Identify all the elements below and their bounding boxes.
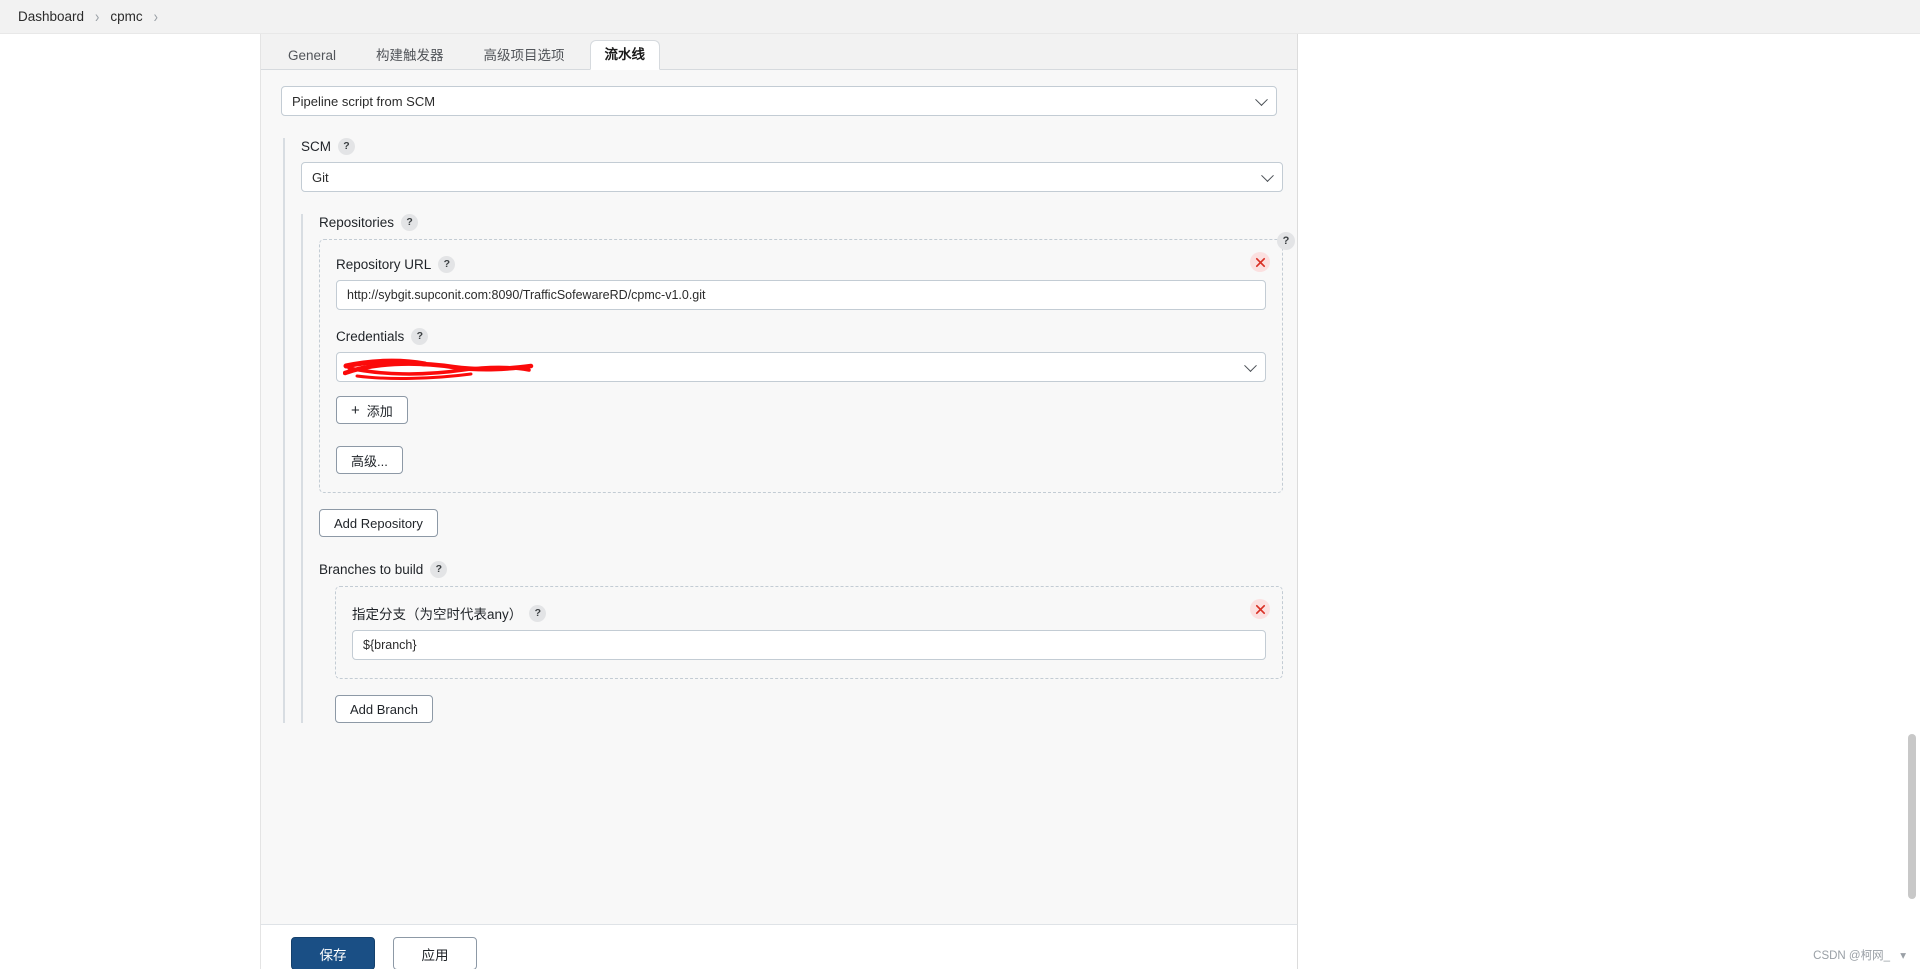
credentials-select[interactable]	[336, 352, 1266, 382]
watermark: CSDN @柯网_ ▾	[1813, 947, 1906, 963]
credentials-label: Credentials	[336, 329, 405, 344]
pipeline-definition-select[interactable]: Pipeline script from SCM	[281, 86, 1277, 116]
add-branch-button[interactable]: Add Branch	[335, 695, 433, 723]
help-icon-credentials[interactable]: ?	[411, 328, 429, 345]
watermark-text: CSDN @柯网_	[1813, 950, 1891, 962]
redaction-overlay	[343, 358, 534, 380]
help-icon-branch-specifier[interactable]: ?	[529, 604, 547, 622]
add-credentials-button[interactable]: + 添加	[336, 396, 408, 424]
branch-specifier-label: 指定分支（为空时代表any）	[352, 607, 523, 622]
branch-block: 指定分支（为空时代表any） ?	[335, 586, 1283, 679]
help-icon-repository-url[interactable]: ?	[438, 256, 456, 273]
repository-url-label: Repository URL	[336, 257, 432, 272]
tab-pipeline[interactable]: 流水线	[589, 39, 661, 70]
config-body: Pipeline script from SCM SCM ? Git Repos…	[261, 70, 1297, 924]
branches-label: Branches to build	[319, 562, 424, 577]
branch-specifier-input[interactable]	[352, 630, 1266, 660]
delete-repository-button[interactable]	[1250, 252, 1270, 272]
pipeline-definition-value: Pipeline script from SCM	[292, 93, 436, 109]
repository-advanced-button[interactable]: 高级...	[336, 446, 403, 474]
config-tab-bar: General 构建触发器 高级项目选项 流水线	[261, 34, 1297, 70]
help-icon-scm-side[interactable]: ?	[1277, 232, 1295, 250]
scm-label-row: SCM ?	[301, 138, 1283, 155]
scrollbar-thumb[interactable]	[1908, 734, 1916, 899]
caret-down-icon: ▾	[1900, 950, 1906, 962]
breadcrumb-item-dashboard[interactable]: Dashboard	[18, 9, 84, 24]
breadcrumb-item-cpmc[interactable]: cpmc	[110, 9, 142, 24]
breadcrumb-separator-icon-2: ›	[153, 7, 158, 26]
tab-build-triggers[interactable]: 构建触发器	[361, 41, 459, 71]
apply-button[interactable]: 应用	[393, 937, 477, 969]
scm-label: SCM	[301, 139, 331, 154]
branch-specifier-label-row: 指定分支（为空时代表any） ?	[352, 603, 1266, 623]
page-scrollbar[interactable]	[1907, 34, 1918, 969]
scm-select[interactable]: Git	[301, 162, 1283, 192]
breadcrumb-separator-icon: ›	[95, 7, 100, 26]
breadcrumb: Dashboard › cpmc ›	[0, 0, 1920, 34]
repository-advanced-label: 高级...	[351, 453, 388, 469]
credentials-label-row: Credentials ?	[336, 328, 1266, 345]
help-icon-scm[interactable]: ?	[338, 138, 355, 155]
repository-url-label-row: Repository URL ?	[336, 256, 1266, 273]
branches-label-row: Branches to build ?	[319, 561, 1283, 578]
repositories-label-row: Repositories ?	[319, 214, 1283, 231]
help-icon-repositories[interactable]: ?	[401, 214, 419, 231]
scm-select-value: Git	[312, 169, 329, 185]
add-branch-label: Add Branch	[350, 701, 418, 717]
add-repository-button[interactable]: Add Repository	[319, 509, 438, 537]
save-button[interactable]: 保存	[291, 937, 375, 969]
tab-general[interactable]: General	[273, 41, 351, 71]
delete-branch-button[interactable]	[1250, 599, 1270, 619]
add-repository-label: Add Repository	[334, 515, 423, 531]
close-icon	[1255, 257, 1265, 267]
page-canvas: General 构建触发器 高级项目选项 流水线 Pipeline script…	[0, 34, 1920, 969]
chevron-down-icon	[1261, 169, 1274, 183]
plus-icon: +	[351, 401, 360, 419]
chevron-down-icon	[1244, 359, 1257, 373]
add-credentials-label: 添加	[366, 403, 393, 419]
help-icon-branches[interactable]: ?	[430, 561, 448, 578]
scm-section: SCM ? Git Repositories ? Repository URL …	[283, 138, 1283, 723]
config-footer: 保存 应用	[260, 924, 1298, 969]
pipeline-config-panel: General 构建触发器 高级项目选项 流水线 Pipeline script…	[260, 34, 1298, 924]
tab-advanced-project-options[interactable]: 高级项目选项	[469, 41, 580, 71]
chevron-down-icon	[1255, 93, 1268, 107]
repository-url-input[interactable]	[336, 280, 1266, 310]
repositories-label: Repositories	[319, 215, 395, 230]
repository-block: Repository URL ? Credentials ?	[319, 239, 1283, 493]
close-icon	[1255, 604, 1265, 614]
repositories-section: Repositories ? Repository URL ? http://s…	[301, 214, 1283, 723]
